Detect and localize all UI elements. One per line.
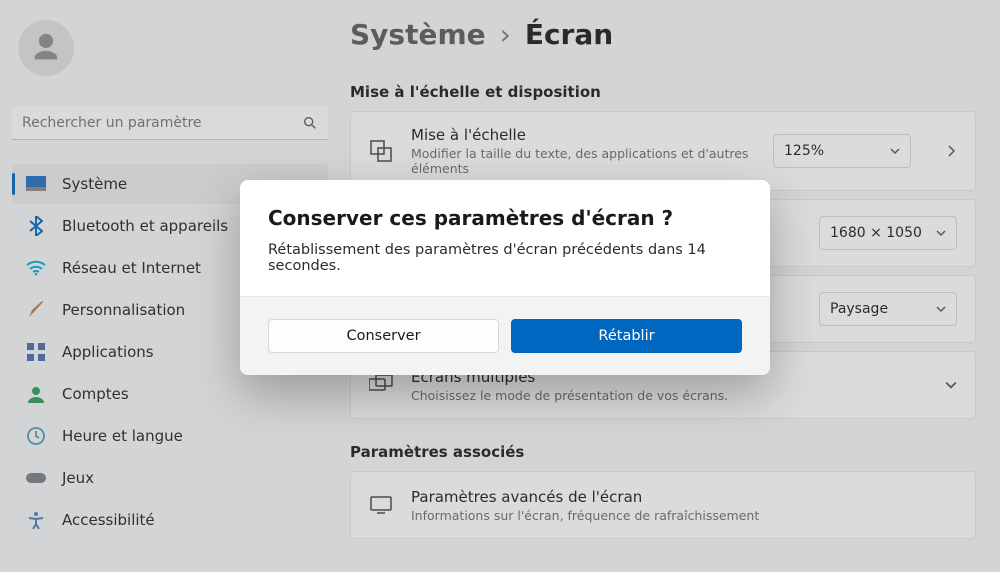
revert-button[interactable]: Rétablir (511, 319, 742, 353)
dialog-message: Rétablissement des paramètres d'écran pr… (268, 242, 742, 274)
dialog-title: Conserver ces paramètres d'écran ? (268, 206, 742, 230)
confirm-display-dialog: Conserver ces paramètres d'écran ? Rétab… (240, 180, 770, 375)
keep-button[interactable]: Conserver (268, 319, 499, 353)
